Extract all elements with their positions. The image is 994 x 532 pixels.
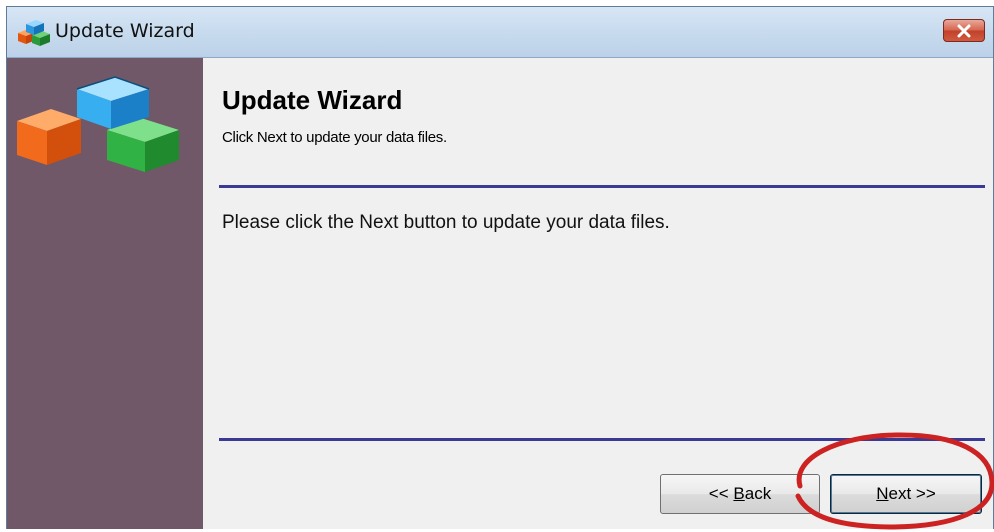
update-wizard-window: Update Wizard Update Wizard Click Next t… xyxy=(6,6,994,529)
instruction-text: Please click the Next button to update y… xyxy=(222,212,670,233)
colored-blocks-logo xyxy=(17,76,179,172)
close-button[interactable] xyxy=(943,19,985,42)
page-title: Update Wizard xyxy=(222,85,403,115)
wizard-content: Update Wizard Click Next to update your … xyxy=(203,58,993,529)
title-bar[interactable]: Update Wizard xyxy=(7,7,993,58)
header-divider xyxy=(219,185,985,188)
back-button-prefix: << xyxy=(708,484,734,503)
next-button-mnemonic: N xyxy=(876,484,889,503)
window-title: Update Wizard xyxy=(55,20,195,42)
footer-divider xyxy=(219,438,985,441)
back-button-label: ack xyxy=(744,484,772,503)
close-icon xyxy=(957,24,971,37)
back-button[interactable]: << Back xyxy=(660,474,820,514)
next-button[interactable]: Next >> xyxy=(830,474,982,514)
back-button-mnemonic: B xyxy=(733,484,745,503)
colored-blocks-icon xyxy=(18,20,50,46)
page-subtitle: Click Next to update your data files. xyxy=(222,129,447,146)
next-button-label: ext >> xyxy=(888,484,936,503)
wizard-sidebar xyxy=(7,58,203,529)
